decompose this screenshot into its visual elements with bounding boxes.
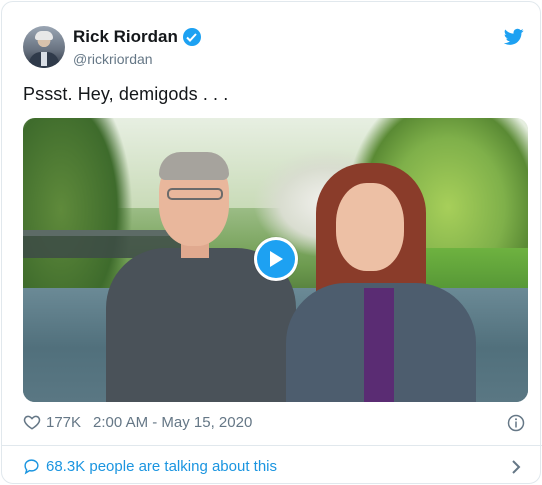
like-count[interactable]: 177K xyxy=(46,414,81,431)
heart-icon[interactable] xyxy=(23,413,41,431)
speech-bubble-icon xyxy=(24,459,39,475)
tweet-card[interactable]: Rick Riordan @rickriordan Pssst. Hey, de… xyxy=(1,1,542,484)
conversation-link[interactable]: 68.3K people are talking about this xyxy=(23,458,277,475)
author-name-row[interactable]: Rick Riordan xyxy=(73,27,201,47)
tweet-timestamp[interactable]: 2:00 AM - May 15, 2020 xyxy=(93,414,252,431)
twitter-bird-icon[interactable] xyxy=(504,28,524,46)
person-woman xyxy=(286,163,476,402)
video-thumbnail[interactable] xyxy=(23,118,528,402)
woman-shirt xyxy=(364,288,394,402)
woman-head xyxy=(336,183,404,271)
author-name[interactable]: Rick Riordan xyxy=(73,27,178,47)
avatar[interactable] xyxy=(23,26,65,68)
play-button[interactable] xyxy=(254,237,298,281)
conversation-label[interactable]: 68.3K people are talking about this xyxy=(46,458,277,475)
author-handle[interactable]: @rickriordan xyxy=(73,51,153,67)
man-hair xyxy=(159,152,229,180)
tweet-text: Pssst. Hey, demigods . . . xyxy=(23,84,229,104)
avatar-hair xyxy=(35,31,53,40)
man-glasses xyxy=(167,188,223,200)
info-icon[interactable] xyxy=(507,414,525,432)
avatar-shirt xyxy=(41,52,47,66)
verified-badge-icon xyxy=(182,28,201,46)
chevron-right-icon[interactable] xyxy=(511,459,521,475)
play-icon[interactable] xyxy=(257,240,295,278)
divider xyxy=(2,445,542,446)
tweet-meta: 177K 2:00 AM - May 15, 2020 xyxy=(23,413,252,431)
